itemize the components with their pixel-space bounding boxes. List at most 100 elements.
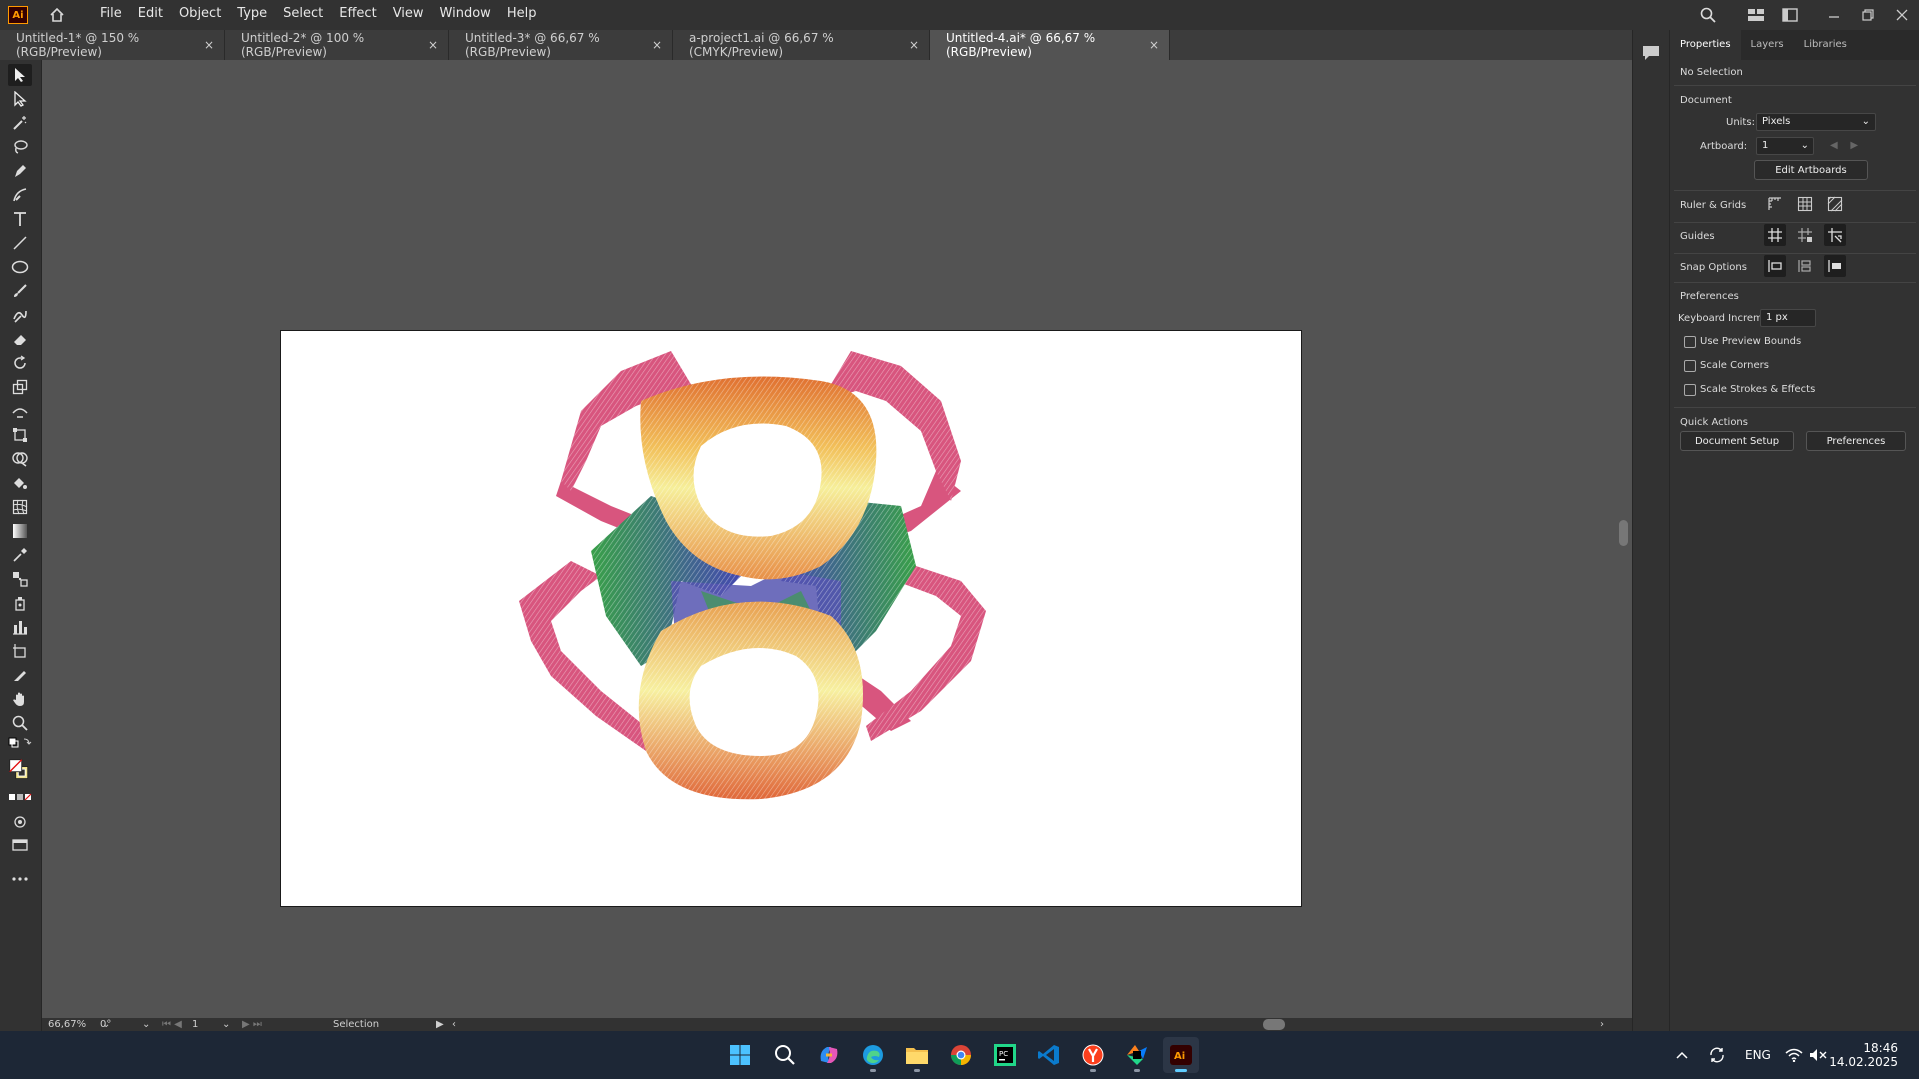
chrome-icon[interactable] (943, 1037, 979, 1073)
close-icon[interactable]: × (204, 38, 214, 52)
scale-strokes-checkbox[interactable] (1684, 384, 1696, 396)
gradient-tool-icon[interactable] (8, 520, 32, 542)
snap-to-pixel-icon[interactable] (1824, 255, 1846, 277)
menu-edit[interactable]: Edit (130, 0, 171, 30)
artboard-number[interactable]: 1 (192, 1018, 198, 1031)
panel-layout-icon[interactable] (1773, 0, 1807, 30)
copilot-icon[interactable] (811, 1037, 847, 1073)
eyedropper-tool-icon[interactable] (8, 544, 32, 566)
lock-guides-icon[interactable] (1794, 224, 1816, 246)
column-graph-tool-icon[interactable] (8, 616, 32, 638)
lasso-tool-icon[interactable] (8, 136, 32, 158)
menu-view[interactable]: View (385, 0, 432, 30)
comments-icon[interactable] (1641, 44, 1661, 66)
tray-overflow-icon[interactable] (1676, 1031, 1688, 1079)
eraser-tool-icon[interactable] (8, 328, 32, 350)
illustrator-taskbar-icon[interactable]: Ai (1163, 1037, 1199, 1073)
menu-window[interactable]: Window (432, 0, 499, 30)
scrollbar-thumb[interactable] (1619, 520, 1628, 546)
magic-wand-tool-icon[interactable] (8, 112, 32, 134)
shape-builder-tool-icon[interactable] (8, 448, 32, 470)
hand-tool-icon[interactable] (8, 688, 32, 710)
first-artboard-icon[interactable]: ⏮ ◀ (162, 1018, 182, 1031)
menu-object[interactable]: Object (171, 0, 229, 30)
tab-untitled-1[interactable]: Untitled-1* @ 150 % (RGB/Preview) × (0, 30, 225, 60)
default-fill-stroke-icon[interactable] (8, 736, 32, 750)
document-setup-button[interactable]: Document Setup (1680, 431, 1794, 451)
color-mode-icons[interactable] (8, 790, 32, 804)
volume-muted-icon[interactable] (1809, 1031, 1827, 1079)
close-window-icon[interactable] (1885, 0, 1919, 30)
vertical-scrollbar[interactable] (1615, 60, 1632, 1018)
vscode-icon[interactable] (1031, 1037, 1067, 1073)
artboard-select[interactable]: 1 ⌄ (1756, 137, 1814, 155)
scale-corners-checkbox[interactable] (1684, 360, 1696, 372)
tab-untitled-4[interactable]: Untitled-4.ai* @ 66,67 % (RGB/Preview) × (930, 30, 1170, 60)
menu-effect[interactable]: Effect (331, 0, 384, 30)
free-transform-tool-icon[interactable] (8, 424, 32, 446)
close-icon[interactable]: × (909, 38, 919, 52)
zoom-level[interactable]: 66,67% (48, 1018, 86, 1031)
canvas-area[interactable] (42, 60, 1615, 1018)
direct-selection-tool-icon[interactable] (8, 88, 32, 110)
rotation-dropdown-icon[interactable]: ⌄ (142, 1018, 150, 1031)
fill-stroke-swatch[interactable] (8, 756, 32, 784)
shaper-tool-icon[interactable] (8, 304, 32, 326)
menu-select[interactable]: Select (275, 0, 331, 30)
snap-to-point-icon[interactable] (1764, 255, 1786, 277)
close-icon[interactable]: × (428, 38, 438, 52)
start-icon[interactable] (722, 1037, 758, 1073)
selection-tool-icon[interactable] (8, 64, 32, 86)
scroll-right-icon[interactable]: › (1600, 1018, 1604, 1031)
blend-artwork[interactable] (281, 331, 1301, 906)
artboard-tool-icon[interactable] (8, 640, 32, 662)
rotation-value[interactable]: 0° (100, 1018, 111, 1031)
snap-to-grid-icon[interactable] (1794, 255, 1816, 277)
close-icon[interactable]: × (652, 38, 662, 52)
pen-tool-icon[interactable] (8, 160, 32, 182)
zoom-tool-icon[interactable] (8, 712, 32, 734)
language-indicator[interactable]: ENG (1745, 1031, 1771, 1079)
use-preview-bounds-checkbox[interactable] (1684, 336, 1696, 348)
rotate-tool-icon[interactable] (8, 352, 32, 374)
artboard-nav-icons[interactable]: ◀ ▶ (1830, 140, 1858, 151)
type-tool-icon[interactable] (8, 208, 32, 230)
menu-help[interactable]: Help (499, 0, 545, 30)
draw-mode-icon[interactable] (8, 810, 32, 832)
screen-mode-icon[interactable] (8, 834, 32, 856)
search-icon[interactable] (1691, 0, 1725, 30)
keyboard-increment-input[interactable]: 1 px (1760, 309, 1816, 327)
edit-artboards-button[interactable]: Edit Artboards (1754, 160, 1868, 180)
smart-guides-icon[interactable] (1824, 224, 1846, 246)
minimize-icon[interactable] (1817, 0, 1851, 30)
grid-icon[interactable] (1794, 193, 1816, 215)
sync-icon[interactable] (1708, 1031, 1726, 1079)
wifi-icon[interactable] (1785, 1031, 1803, 1079)
tab-libraries[interactable]: Libraries (1794, 30, 1857, 60)
restore-icon[interactable] (1851, 0, 1885, 30)
ruler-icon[interactable] (1764, 193, 1786, 215)
width-tool-icon[interactable] (8, 400, 32, 422)
tab-layers[interactable]: Layers (1741, 30, 1794, 60)
next-artboard-icon[interactable]: ▶ ⏭ (242, 1018, 262, 1031)
clock[interactable]: 18:46 14.02.2025 (1829, 1031, 1898, 1079)
show-guides-icon[interactable] (1764, 224, 1786, 246)
workspace-switcher-icon[interactable] (1739, 0, 1773, 30)
line-tool-icon[interactable] (8, 232, 32, 254)
ellipse-tool-icon[interactable] (8, 256, 32, 278)
menu-type[interactable]: Type (229, 0, 275, 30)
units-select[interactable]: Pixels ⌄ (1756, 113, 1876, 131)
transparency-grid-icon[interactable] (1824, 193, 1846, 215)
mesh-tool-icon[interactable] (8, 496, 32, 518)
scale-tool-icon[interactable] (8, 376, 32, 398)
scroll-left-icon[interactable]: ‹ (452, 1018, 456, 1031)
slice-tool-icon[interactable] (8, 664, 32, 686)
jetbrains-toolbox-icon[interactable] (1119, 1037, 1155, 1073)
tab-a-project1[interactable]: a-project1.ai @ 66,67 % (CMYK/Preview) × (673, 30, 930, 60)
artboard[interactable] (280, 330, 1302, 907)
yandex-browser-icon[interactable] (1075, 1037, 1111, 1073)
tab-untitled-2[interactable]: Untitled-2* @ 100 % (RGB/Preview) × (225, 30, 449, 60)
artboard-dropdown-icon[interactable]: ⌄ (222, 1018, 230, 1031)
tab-untitled-3[interactable]: Untitled-3* @ 66,67 % (RGB/Preview) × (449, 30, 673, 60)
home-icon[interactable] (46, 4, 68, 26)
